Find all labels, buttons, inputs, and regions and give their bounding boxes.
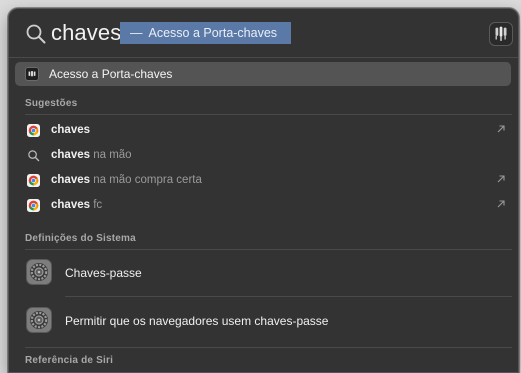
suggestion-rest: na mão — [90, 149, 132, 161]
search-icon — [26, 24, 46, 44]
section-header-siri: Referência de Siri — [25, 355, 114, 366]
chrome-icon — [27, 174, 40, 187]
section-divider — [25, 249, 512, 250]
settings-result-label: Permitir que os navegadores usem chaves-… — [65, 314, 329, 328]
section-divider — [25, 347, 512, 348]
completion-text: Acesso a Porta-chaves — [148, 26, 278, 40]
system-settings-icon — [26, 307, 52, 333]
row-divider — [65, 296, 512, 297]
suggestion-label: chaves na mão — [51, 143, 132, 168]
suggestion-row[interactable]: chaves na mão — [9, 143, 518, 168]
suggestion-row[interactable]: chaves na mão compra certa — [9, 168, 518, 193]
arrow-up-right-icon — [497, 200, 505, 208]
top-hit-label: Acesso a Porta-chaves — [49, 67, 173, 81]
settings-result-row[interactable]: Permitir que os navegadores usem chaves-… — [9, 299, 518, 343]
search-query[interactable]: chaves — [51, 18, 121, 48]
suggestion-query: chaves — [51, 174, 91, 186]
suggestion-label: chaves fc — [51, 193, 102, 218]
section-divider — [25, 114, 512, 115]
suggestion-query: chaves — [51, 124, 91, 136]
top-hit-row[interactable]: Acesso a Porta-chaves — [15, 62, 511, 86]
chrome-icon — [27, 124, 40, 137]
completion-dash: — — [130, 26, 143, 40]
spotlight-panel: chaves —Acesso a Porta-chaves Acesso a — [8, 8, 519, 373]
section-header-suggestions: Sugestões — [25, 98, 78, 109]
suggestion-rest: na mão compra certa — [90, 174, 202, 186]
suggestion-row[interactable]: chaves — [9, 118, 518, 143]
search-icon — [28, 150, 40, 162]
system-settings-icon — [26, 259, 52, 285]
settings-result-label: Chaves-passe — [65, 266, 142, 280]
suggestion-query: chaves — [51, 199, 91, 211]
suggestion-row[interactable]: chaves fc — [9, 193, 518, 218]
suggestion-label: chaves na mão compra certa — [51, 168, 202, 193]
keychain-icon — [489, 22, 513, 46]
arrow-up-right-icon — [497, 175, 505, 183]
search-bar[interactable]: chaves — Acesso a Porta-chaves — [9, 9, 518, 57]
suggestion-query: chaves — [51, 149, 91, 161]
settings-result-row[interactable]: Chaves-passe — [9, 251, 518, 295]
keychain-icon — [25, 67, 39, 81]
arrow-up-right-icon — [497, 125, 505, 133]
autocomplete-suggestion[interactable]: — Acesso a Porta-chaves — [120, 22, 291, 44]
suggestion-label: chaves — [51, 118, 90, 143]
search-divider — [9, 57, 518, 58]
chrome-icon — [27, 199, 40, 212]
section-header-system-settings: Definições do Sistema — [25, 233, 136, 244]
suggestion-rest: fc — [90, 199, 103, 211]
